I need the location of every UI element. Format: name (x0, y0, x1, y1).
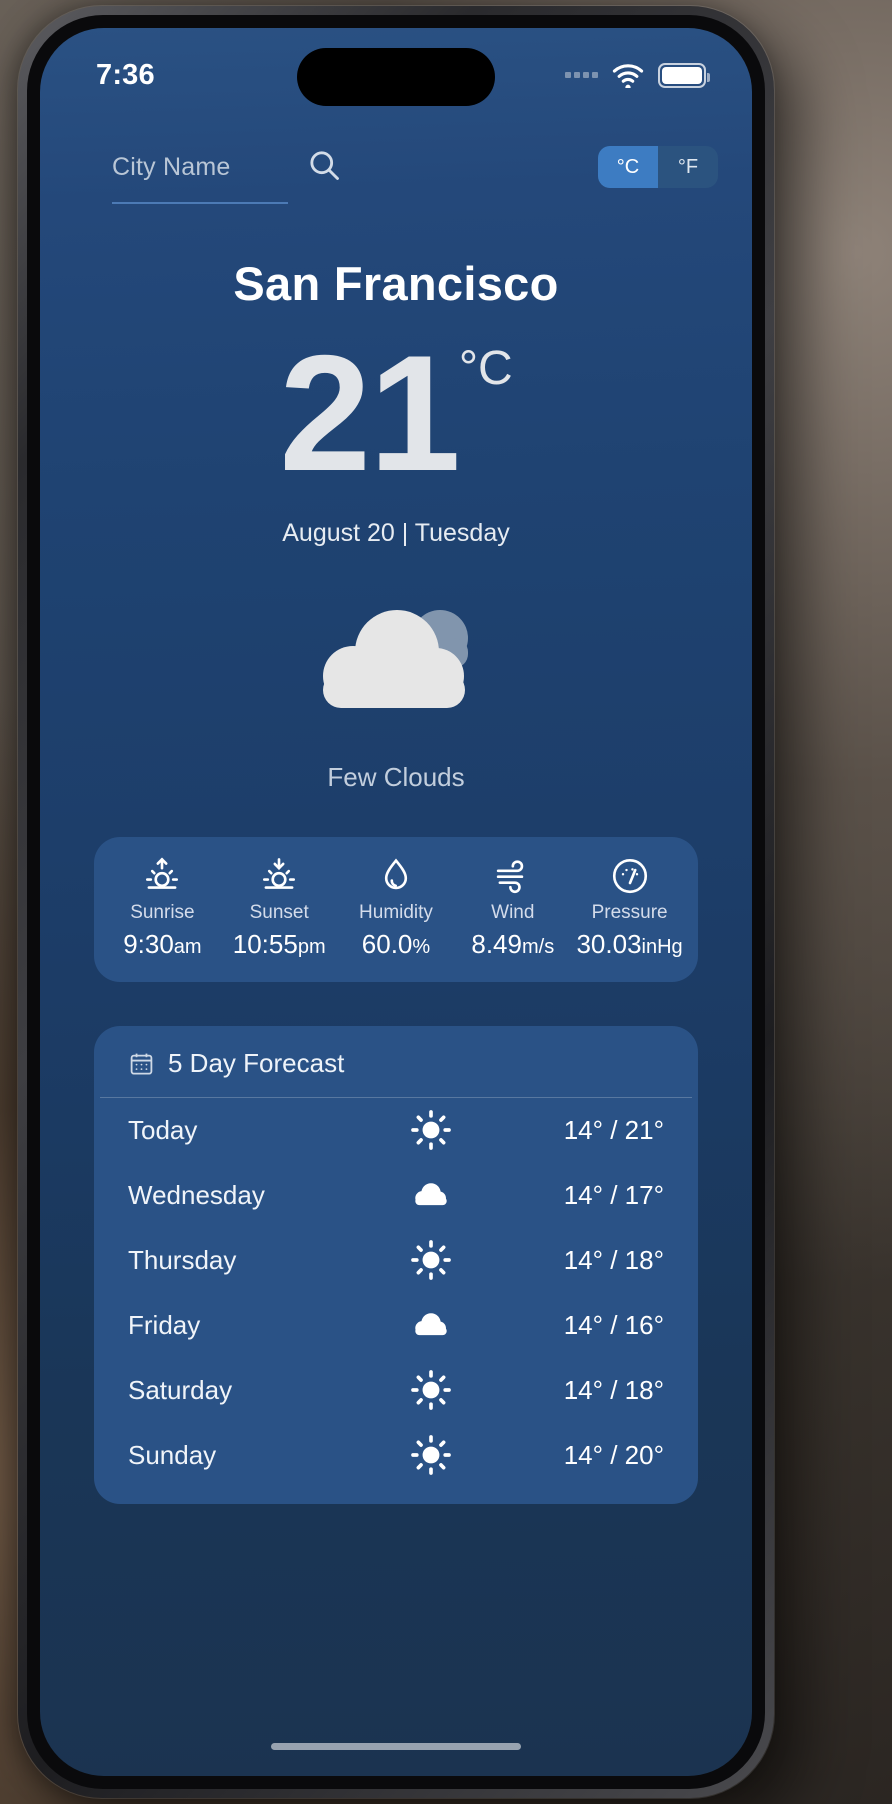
search-input[interactable]: City Name (112, 153, 288, 204)
status-indicators (565, 62, 710, 88)
phone-frame: 7:36 City Name °C °F San Francisco 21 °C… (18, 6, 774, 1798)
search-row: City Name °C °F (40, 122, 752, 210)
detail-sunset: Sunset 10:55pm (221, 855, 338, 960)
sun-icon (358, 1367, 504, 1413)
sun-icon (358, 1432, 504, 1478)
humidity-droplet-icon (375, 855, 417, 897)
unit-option-fahrenheit[interactable]: °F (658, 146, 718, 188)
detail-value: 60.0% (361, 928, 431, 959)
cloud-icon (358, 1302, 504, 1348)
city-name: San Francisco (233, 257, 559, 310)
detail-label: Sunrise (130, 901, 195, 923)
forecast-day: Wednesday (128, 1179, 265, 1210)
sun-icon (358, 1237, 504, 1283)
forecast-temps: 14° / 17° (563, 1179, 664, 1210)
calendar-icon (130, 1053, 153, 1075)
search-icon[interactable] (306, 147, 342, 188)
forecast-temps: 14° / 16° (563, 1309, 664, 1340)
detail-sunrise: Sunrise 9:30am (104, 855, 221, 960)
detail-label: Pressure (591, 901, 668, 923)
signal-dots-icon (565, 72, 598, 78)
detail-pressure: Pressure 30.03inHg (571, 855, 688, 960)
forecast-day: Sunday (128, 1439, 217, 1470)
search-placeholder: City Name (112, 152, 231, 181)
current-temperature-unit: °C (458, 342, 513, 395)
forecast-temps: 14° / 21° (563, 1114, 664, 1145)
detail-wind: Wind 8.49m/s (454, 855, 571, 960)
forecast-row[interactable]: Saturday 14° / 18° (94, 1358, 698, 1423)
forecast-temps: 14° / 18° (563, 1374, 664, 1405)
detail-humidity: Humidity 60.0% (338, 855, 455, 960)
detail-label: Humidity (359, 901, 433, 923)
wind-icon (492, 855, 534, 897)
detail-value: 30.03inHg (576, 928, 683, 959)
detail-value: 9:30am (123, 928, 202, 959)
few-clouds-icon (40, 594, 752, 720)
pressure-gauge-icon (609, 855, 651, 897)
forecast-title: 5 Day Forecast (168, 1047, 345, 1078)
forecast-card: 5 Day Forecast Today 14° / 21° Wednesday… (94, 1025, 698, 1504)
weather-description: Few Clouds (327, 761, 465, 792)
forecast-row[interactable]: Wednesday 14° / 17° (94, 1163, 698, 1228)
status-time: 7:36 (96, 58, 155, 91)
forecast-row[interactable]: Today 14° / 21° (94, 1098, 698, 1163)
forecast-day: Friday (128, 1309, 201, 1340)
cloud-icon (358, 1172, 504, 1218)
forecast-day: Saturday (128, 1374, 233, 1405)
detail-label: Sunset (249, 901, 309, 923)
forecast-row[interactable]: Friday 14° / 16° (94, 1293, 698, 1358)
forecast-temps: 14° / 18° (563, 1244, 664, 1275)
sunrise-icon (141, 855, 183, 897)
current-date: August 20 | Tuesday (282, 518, 510, 547)
forecast-row[interactable]: Sunday 14° / 20° (94, 1423, 698, 1488)
sunset-icon (258, 855, 300, 897)
wifi-icon (612, 63, 644, 88)
dynamic-island (297, 48, 495, 106)
weather-details-card: Sunrise 9:30am Sunset 10:55pm Humidity 6… (94, 836, 698, 982)
detail-value: 10:55pm (232, 928, 326, 959)
current-temperature-value: 21 (279, 321, 461, 505)
current-temperature-block: 21 °C (40, 321, 752, 505)
desk-background: 7:36 City Name °C °F San Francisco 21 °C… (0, 0, 892, 1804)
detail-label: Wind (491, 901, 535, 923)
sun-icon (358, 1107, 504, 1153)
forecast-day: Thursday (128, 1244, 237, 1275)
forecast-header: 5 Day Forecast (100, 1048, 692, 1098)
phone-screen: 7:36 City Name °C °F San Francisco 21 °C… (40, 28, 752, 1776)
forecast-temps: 14° / 20° (563, 1439, 664, 1470)
forecast-day: Today (128, 1114, 198, 1145)
forecast-row[interactable]: Thursday 14° / 18° (94, 1228, 698, 1293)
unit-toggle[interactable]: °C °F (598, 146, 718, 188)
unit-option-celsius[interactable]: °C (598, 146, 658, 188)
status-bar: 7:36 (40, 28, 752, 122)
battery-icon (658, 62, 710, 88)
home-indicator[interactable] (271, 1743, 521, 1750)
detail-value: 8.49m/s (471, 928, 555, 959)
